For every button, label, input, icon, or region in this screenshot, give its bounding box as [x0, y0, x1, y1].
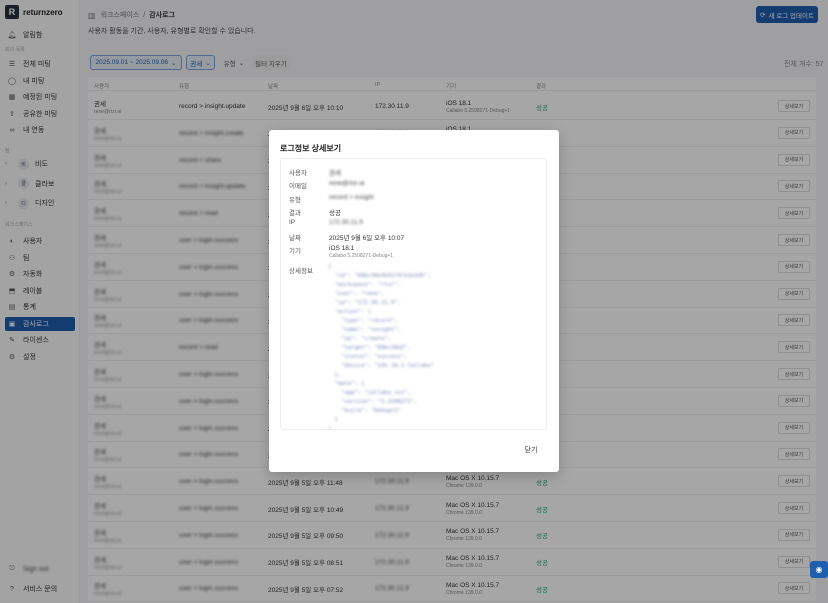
value-email: rene@rtzr.ai [329, 180, 365, 187]
detail-json-line: "app": "callabo_ios", [328, 390, 411, 396]
detail-json-line: } [328, 426, 332, 429]
detail-json-line: } [328, 417, 338, 423]
label-type: 유형 [289, 197, 301, 204]
device-app: Callabo 5.2508271-Debug+1 [329, 253, 394, 259]
label-email: 이메일 [289, 183, 307, 190]
modal-info-panel: 사용자 권세 이메일 rene@rtzr.ai 유형 record > insi… [280, 158, 547, 430]
value-user: 권세 [329, 170, 341, 177]
detail-json-line: "build": "Debug+1" [328, 408, 401, 414]
detail-json-line: "op": "create", [328, 336, 391, 342]
detail-json-line: }, [328, 372, 342, 378]
detail-json-line: "type": "record", [328, 318, 398, 324]
chat-help-button[interactable]: ◉ [810, 561, 828, 578]
label-device: 기기 [289, 248, 301, 255]
label-ip: IP [289, 219, 296, 226]
value-device: iOS 18.1 Callabo 5.2508271-Debug+1 [329, 245, 393, 259]
log-detail-modal: 로그정보 상세보기 사용자 권세 이메일 rene@rtzr.ai 유형 rec… [269, 130, 559, 472]
detail-json-line: "workspace": "rtzr", [328, 282, 401, 288]
label-date: 날짜 [289, 235, 301, 242]
label-user: 사용자 [289, 170, 307, 177]
close-button[interactable]: 닫기 [519, 444, 543, 456]
label-result: 결과 [289, 210, 301, 217]
chat-icon: ◉ [815, 565, 823, 574]
modal-title: 로그정보 상세보기 [280, 144, 342, 153]
detail-json-line: "meta": { [328, 381, 365, 387]
detail-json-line: "name": "insight", [328, 327, 401, 333]
detail-json-line: "status": "success", [328, 354, 408, 360]
value-result: 성공 [329, 210, 341, 217]
detail-json-line: "user": "rene", [328, 291, 385, 297]
detail-json-line: "version": "5.2508271", [328, 399, 418, 405]
value-ip: 172.30.11.9 [329, 219, 363, 226]
detail-json-line: "action": { [328, 309, 372, 315]
detail-json-line: "ip": "172.30.11.9", [328, 300, 401, 306]
value-type: record > insight [329, 194, 374, 201]
value-date: 2025년 9월 6일 오후 10:07 [329, 235, 405, 242]
detail-json-line: { [328, 264, 332, 270]
detail-json-line: "device": "iOS 18.1 Callabo" [328, 363, 434, 369]
detail-json: { "id": "68bc38e4b91f47a1e2d5", "workspa… [328, 264, 538, 429]
label-detail: 상세정보 [289, 268, 313, 275]
detail-json-line: "id": "68bc38e4b91f47a1e2d5", [328, 273, 431, 279]
device-os: iOS 18.1 [329, 245, 355, 252]
detail-json-line: "target": "68bc38d2", [328, 345, 411, 351]
